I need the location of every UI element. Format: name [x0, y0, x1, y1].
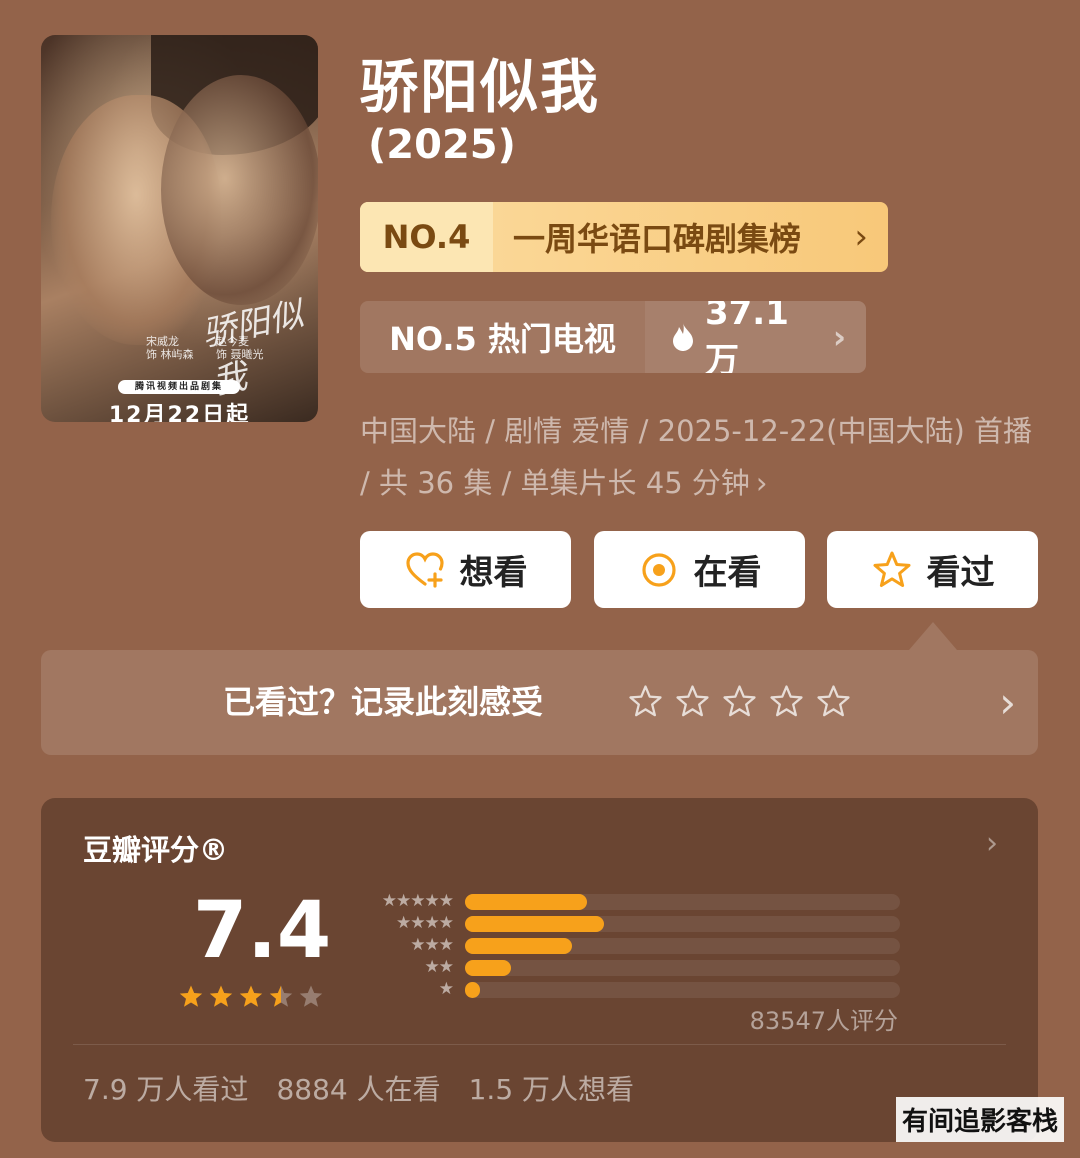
distribution-bar	[465, 894, 587, 910]
distribution-row: ★★	[351, 956, 901, 978]
poster-art	[161, 75, 318, 305]
rating-distribution: ★★★★★ ★★★★ ★★★ ★★ ★	[351, 890, 901, 1000]
distribution-stars-label: ★★★	[410, 935, 454, 955]
watch-stats: 7.9 万人看过 8884 人在看 1.5 万人想看	[83, 1068, 634, 1108]
rank-number: NO.4	[360, 202, 493, 272]
rate-stars[interactable]	[627, 683, 852, 720]
star-empty-icon	[299, 985, 323, 1007]
poster-studio: 腾讯视频出品剧集	[118, 380, 240, 394]
release-year: (2025)	[368, 122, 516, 168]
record-prompt: 已看过？记录此刻感受	[223, 683, 544, 721]
distribution-stars-label: ★★★★	[396, 913, 454, 933]
divider	[73, 1044, 1006, 1045]
distribution-stars-label: ★★	[424, 957, 455, 977]
chevron-right-icon: ›	[999, 678, 1016, 727]
chevron-right-icon: ›	[755, 466, 768, 500]
show-meta[interactable]: 中国大陆 / 剧情 爱情 / 2025-12-22(中国大陆) 首播 / 共 3…	[360, 405, 1040, 509]
distribution-bar	[465, 982, 481, 998]
rank-label: 一周华语口碑剧集榜	[513, 220, 802, 258]
distribution-row: ★	[351, 978, 901, 1000]
rating-score: 7.4	[193, 886, 332, 976]
distribution-track	[465, 894, 900, 910]
watching-count: 8884 人在看	[276, 1073, 441, 1106]
poster-cast-2: 赵今麦饰 聂曦光	[216, 335, 264, 361]
distribution-bar	[465, 916, 605, 932]
want-count: 1.5 万人想看	[468, 1073, 635, 1106]
watermark: 有间追影客栈	[895, 1097, 1064, 1142]
star-outline-icon[interactable]	[721, 683, 758, 720]
rank-badge[interactable]: NO.4 一周华语口碑剧集榜 ›	[360, 202, 888, 272]
distribution-track	[465, 960, 900, 976]
watched-label: 看过	[926, 553, 995, 593]
star-outline-icon[interactable]	[815, 683, 852, 720]
page-title: 骄阳似我	[360, 53, 601, 121]
meta-text: 中国大陆 / 剧情 爱情 / 2025-12-22(中国大陆) 首播 / 共 3…	[360, 414, 1033, 500]
rating-count: 83547人评分	[749, 1007, 898, 1035]
distribution-row: ★★★	[351, 934, 901, 956]
star-filled-icon	[209, 985, 233, 1007]
star-filled-icon	[239, 985, 263, 1007]
distribution-stars-label: ★	[438, 979, 454, 999]
distribution-row: ★★★★★	[351, 890, 901, 912]
flame-icon	[672, 323, 693, 351]
heat-value: 37.1万 ›	[645, 301, 866, 373]
chevron-right-icon: ›	[832, 318, 846, 356]
watched-count: 7.9 万人看过	[83, 1073, 249, 1106]
douban-rating-card[interactable]: 豆瓣评分® › 7.4 ★★★★★ ★★★★ ★★★ ★★ ★ 83547人评分 7.9…	[41, 798, 1038, 1142]
want-to-watch-button[interactable]: 想看	[360, 531, 571, 608]
want-to-watch-label: 想看	[459, 553, 528, 593]
record-feeling-bar[interactable]: 已看过？记录此刻感受 ›	[41, 650, 1038, 755]
score-stars	[178, 984, 324, 1010]
star-filled-icon	[179, 985, 203, 1007]
chevron-right-icon: ›	[854, 217, 868, 257]
star-half-icon	[269, 985, 293, 1007]
target-icon	[641, 552, 676, 587]
heart-plus-icon	[405, 551, 444, 588]
distribution-track	[465, 982, 900, 998]
star-outline-icon[interactable]	[627, 683, 664, 720]
distribution-track	[465, 938, 900, 954]
star-outline-icon[interactable]	[674, 683, 711, 720]
hot-badge[interactable]: NO.5 热门电视 37.1万 ›	[360, 301, 866, 373]
poster-image[interactable]: 骄阳似我 宋威龙饰 林屿森 赵今麦饰 聂曦光 腾讯视频出品剧集 12月22日起	[41, 35, 318, 422]
rating-title: 豆瓣评分®	[83, 833, 229, 867]
distribution-track	[465, 916, 900, 932]
star-outline-icon	[873, 551, 910, 587]
popover-pointer	[909, 622, 957, 650]
poster-cast-1: 宋威龙饰 林屿森	[146, 335, 194, 361]
distribution-stars-label: ★★★★★	[381, 891, 454, 911]
star-outline-icon[interactable]	[768, 683, 805, 720]
hot-rank-label: NO.5 热门电视	[389, 320, 616, 358]
distribution-bar	[465, 938, 572, 954]
watching-button[interactable]: 在看	[594, 531, 805, 608]
poster-release-date: 12月22日起	[108, 403, 251, 422]
distribution-bar	[465, 960, 511, 976]
watching-label: 在看	[693, 553, 762, 593]
chevron-right-icon: ›	[986, 826, 998, 861]
watched-button[interactable]: 看过	[827, 531, 1038, 608]
distribution-row: ★★★★	[351, 912, 901, 934]
